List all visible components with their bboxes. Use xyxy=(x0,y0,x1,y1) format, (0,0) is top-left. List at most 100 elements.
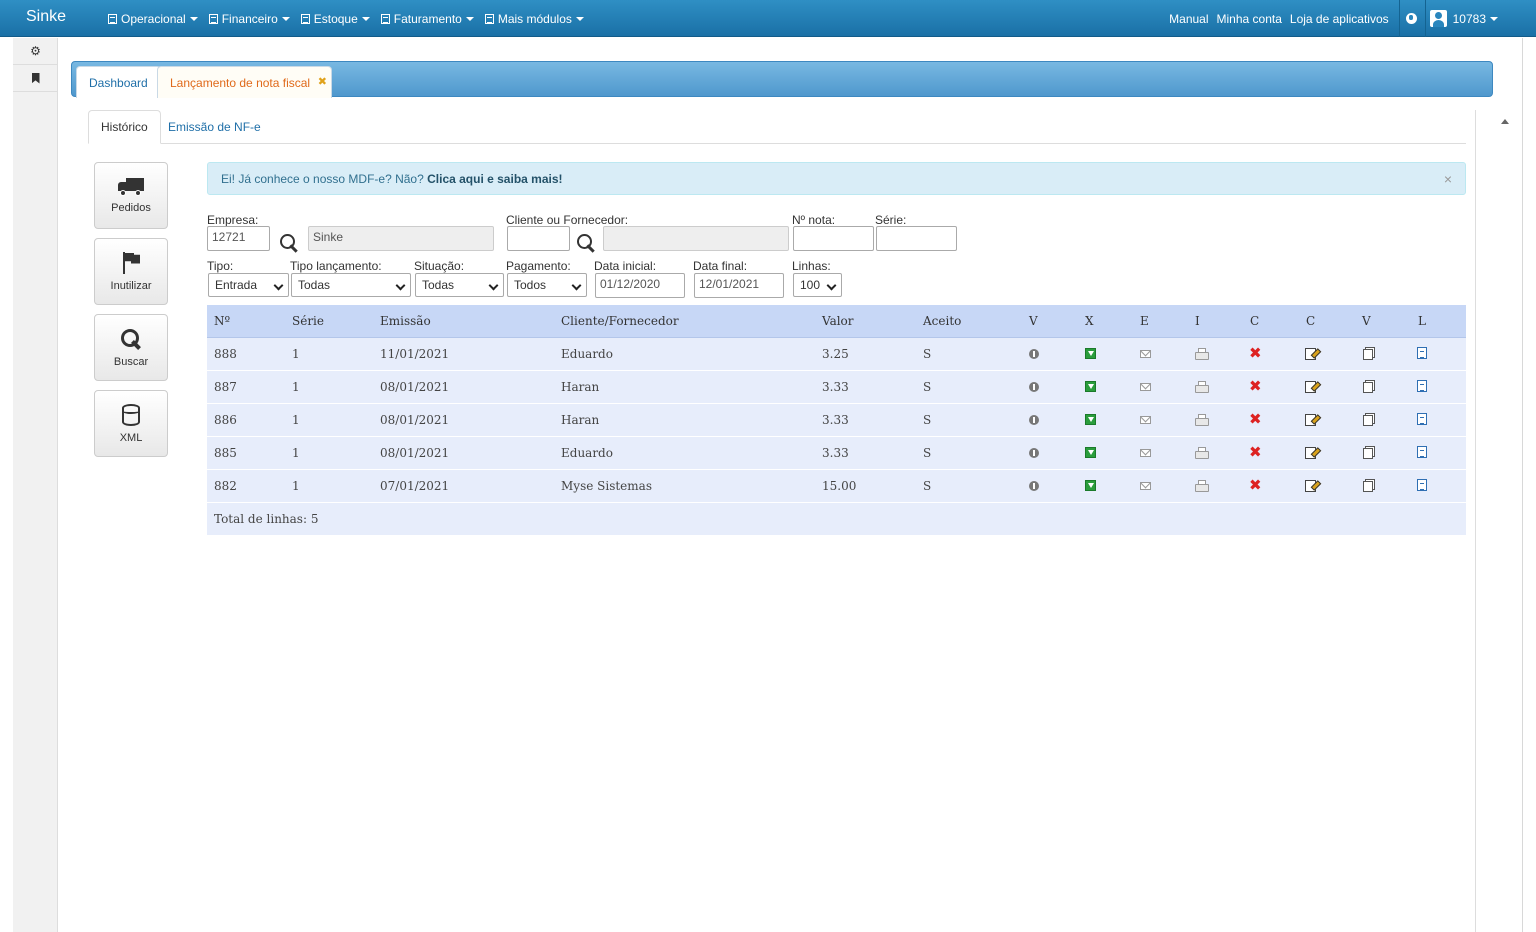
tipo-lancamento-select[interactable]: Todas xyxy=(291,273,411,297)
cancel-icon[interactable]: ✖ xyxy=(1249,478,1263,493)
mail-icon[interactable] xyxy=(1139,347,1153,361)
document-icon[interactable] xyxy=(1417,479,1431,493)
settings-button[interactable]: ⚙ xyxy=(13,38,58,65)
document-icon[interactable] xyxy=(1417,446,1431,460)
document-icon[interactable] xyxy=(1417,347,1431,361)
flag-icon xyxy=(121,251,141,274)
col-aceito[interactable]: Aceito xyxy=(923,305,961,338)
pedidos-button[interactable]: Pedidos xyxy=(94,162,168,229)
copy-icon[interactable] xyxy=(1363,380,1377,394)
info-icon[interactable] xyxy=(1027,479,1041,493)
scroll-up-icon[interactable] xyxy=(1501,119,1509,124)
cell-serie: 1 xyxy=(292,413,300,427)
edit-icon[interactable] xyxy=(1305,347,1319,361)
download-xml-icon[interactable] xyxy=(1084,380,1098,394)
tab-emissao-nfe[interactable]: Emissão de NF-e xyxy=(156,110,273,144)
copy-icon[interactable] xyxy=(1363,413,1377,427)
buscar-button[interactable]: Buscar xyxy=(94,314,168,381)
top-navbar: Sinke Operacional Financeiro Estoque Fat… xyxy=(0,0,1536,37)
menu-faturamento[interactable]: Faturamento xyxy=(380,12,474,26)
menu-operacional[interactable]: Operacional xyxy=(108,12,198,26)
situacao-select[interactable]: Todas xyxy=(415,273,504,297)
list-icon xyxy=(380,13,390,24)
close-icon[interactable]: ✖ xyxy=(318,75,327,88)
info-icon[interactable] xyxy=(1027,380,1041,394)
caret-down-icon xyxy=(281,16,290,21)
link-manual[interactable]: Manual xyxy=(1169,12,1208,26)
cancel-icon[interactable]: ✖ xyxy=(1249,445,1263,460)
edit-icon[interactable] xyxy=(1305,446,1319,460)
table-row[interactable]: 886 1 08/01/2021 Haran 3.33 S ✖ xyxy=(207,404,1466,437)
menu-financeiro[interactable]: Financeiro xyxy=(208,12,290,26)
col-cliente[interactable]: Cliente/Fornecedor xyxy=(561,305,679,338)
xml-button[interactable]: XML xyxy=(94,390,168,457)
link-loja-aplicativos[interactable]: Loja de aplicativos xyxy=(1290,12,1389,26)
info-icon[interactable] xyxy=(1027,446,1041,460)
tipo-select[interactable]: Entrada xyxy=(208,273,289,297)
mail-icon[interactable] xyxy=(1139,479,1153,493)
cancel-icon[interactable]: ✖ xyxy=(1249,412,1263,427)
user-menu[interactable]: 10783 xyxy=(1429,10,1498,27)
close-icon[interactable]: × xyxy=(1444,171,1452,187)
search-icon[interactable] xyxy=(577,234,597,254)
col-serie[interactable]: Série xyxy=(292,305,324,338)
inutilizar-button[interactable]: Inutilizar xyxy=(94,238,168,305)
bookmarks-button[interactable] xyxy=(13,65,58,92)
col-valor[interactable]: Valor xyxy=(822,305,854,338)
linhas-select[interactable]: 100 xyxy=(793,273,842,297)
col-numero[interactable]: Nº xyxy=(214,305,230,338)
tab-dashboard[interactable]: Dashboard xyxy=(76,66,161,98)
globe-icon[interactable] xyxy=(1405,13,1417,24)
search-icon[interactable] xyxy=(280,234,300,254)
copy-icon[interactable] xyxy=(1363,446,1377,460)
download-xml-icon[interactable] xyxy=(1084,479,1098,493)
print-icon[interactable] xyxy=(1194,413,1209,427)
download-xml-icon[interactable] xyxy=(1084,413,1098,427)
print-icon[interactable] xyxy=(1194,347,1209,361)
mail-icon[interactable] xyxy=(1139,446,1153,460)
table-row[interactable]: 888 1 11/01/2021 Eduardo 3.25 S ✖ xyxy=(207,338,1466,371)
tab-historico[interactable]: Histórico xyxy=(88,110,161,144)
table-row[interactable]: 882 1 07/01/2021 Myse Sistemas 15.00 S ✖ xyxy=(207,470,1466,503)
col-x: X xyxy=(1085,314,1094,328)
data-final-input[interactable]: 12/01/2021 xyxy=(694,273,784,298)
table-row[interactable]: 885 1 08/01/2021 Eduardo 3.33 S ✖ xyxy=(207,437,1466,470)
serie-input[interactable] xyxy=(876,226,957,251)
mail-icon[interactable] xyxy=(1139,413,1153,427)
caret-down-icon xyxy=(1490,16,1498,21)
cliente-code-input[interactable] xyxy=(507,226,570,251)
edit-icon[interactable] xyxy=(1305,479,1319,493)
notas-table: Nº Série Emissão Cliente/Fornecedor Valo… xyxy=(207,305,1466,535)
alert-link[interactable]: Clica aqui e saiba mais! xyxy=(427,172,562,186)
download-xml-icon[interactable] xyxy=(1084,347,1098,361)
mail-icon[interactable] xyxy=(1139,380,1153,394)
copy-icon[interactable] xyxy=(1363,347,1377,361)
info-icon[interactable] xyxy=(1027,413,1041,427)
edit-icon[interactable] xyxy=(1305,380,1319,394)
document-icon[interactable] xyxy=(1417,413,1431,427)
menu-estoque[interactable]: Estoque xyxy=(300,12,370,26)
brand-logo[interactable]: Sinke xyxy=(26,8,66,26)
cell-serie: 1 xyxy=(292,446,300,460)
col-emissao[interactable]: Emissão xyxy=(380,305,431,338)
nota-input[interactable] xyxy=(793,226,874,251)
empresa-code-input[interactable]: 12721 xyxy=(207,226,270,251)
print-icon[interactable] xyxy=(1194,479,1209,493)
info-icon[interactable] xyxy=(1027,347,1041,361)
cancel-icon[interactable]: ✖ xyxy=(1249,346,1263,361)
edit-icon[interactable] xyxy=(1305,413,1319,427)
print-icon[interactable] xyxy=(1194,446,1209,460)
copy-icon[interactable] xyxy=(1363,479,1377,493)
link-minha-conta[interactable]: Minha conta xyxy=(1217,12,1282,26)
menu-mais-modulos[interactable]: Mais módulos xyxy=(484,12,584,26)
print-icon[interactable] xyxy=(1194,380,1209,394)
tab-lancamento-nota-fiscal[interactable]: Lançamento de nota fiscal ✖ xyxy=(157,66,332,98)
table-row[interactable]: 887 1 08/01/2021 Haran 3.33 S ✖ xyxy=(207,371,1466,404)
cell-serie: 1 xyxy=(292,479,300,493)
pagamento-select[interactable]: Todos xyxy=(507,273,587,297)
data-inicial-input[interactable]: 01/12/2020 xyxy=(595,273,685,298)
download-xml-icon[interactable] xyxy=(1084,446,1098,460)
document-icon[interactable] xyxy=(1417,380,1431,394)
cancel-icon[interactable]: ✖ xyxy=(1249,379,1263,394)
cell-serie: 1 xyxy=(292,347,300,361)
